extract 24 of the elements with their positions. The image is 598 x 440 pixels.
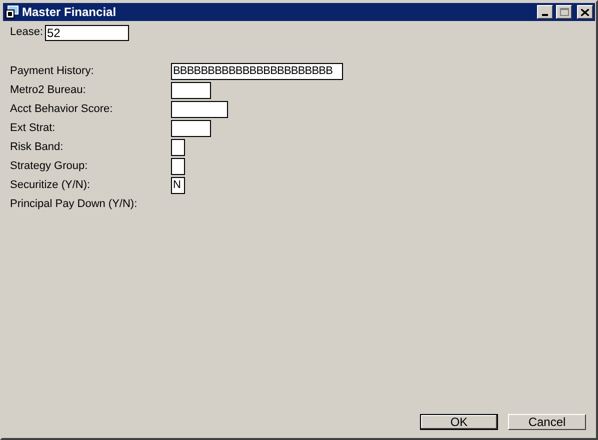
field-label: Lease: — [10, 25, 44, 40]
input-field[interactable] — [171, 139, 185, 156]
field-label: Principal Pay Down (Y/N): — [10, 197, 138, 212]
window-title: Master Financial — [22, 4, 118, 21]
close-button[interactable] — [577, 5, 593, 19]
close-icon — [581, 8, 589, 16]
input-field[interactable]: N — [171, 177, 185, 194]
input-field[interactable]: 52 — [45, 24, 129, 40]
input-field[interactable]: BBBBBBBBBBBBBBBBBBBBBBB — [171, 63, 343, 80]
field-label: Strategy Group: — [10, 159, 89, 174]
input-field[interactable] — [171, 101, 228, 118]
field-label: Ext Strat: — [10, 121, 56, 136]
field-label: Securitize (Y/N): — [10, 178, 92, 194]
field-label: Risk Band: — [10, 140, 64, 156]
minimize-button[interactable] — [537, 5, 553, 19]
input-field[interactable] — [171, 120, 211, 137]
dialog-button[interactable]: OK — [420, 414, 498, 430]
window-icon — [5, 5, 19, 19]
input-field[interactable] — [171, 158, 185, 175]
field-label: Acct Behavior Score: — [10, 102, 114, 118]
input-field[interactable] — [171, 82, 211, 99]
dialog-button[interactable]: Cancel — [508, 414, 586, 430]
field-label: Payment History: — [10, 64, 95, 80]
field-label: Metro2 Bureau: — [10, 83, 87, 98]
